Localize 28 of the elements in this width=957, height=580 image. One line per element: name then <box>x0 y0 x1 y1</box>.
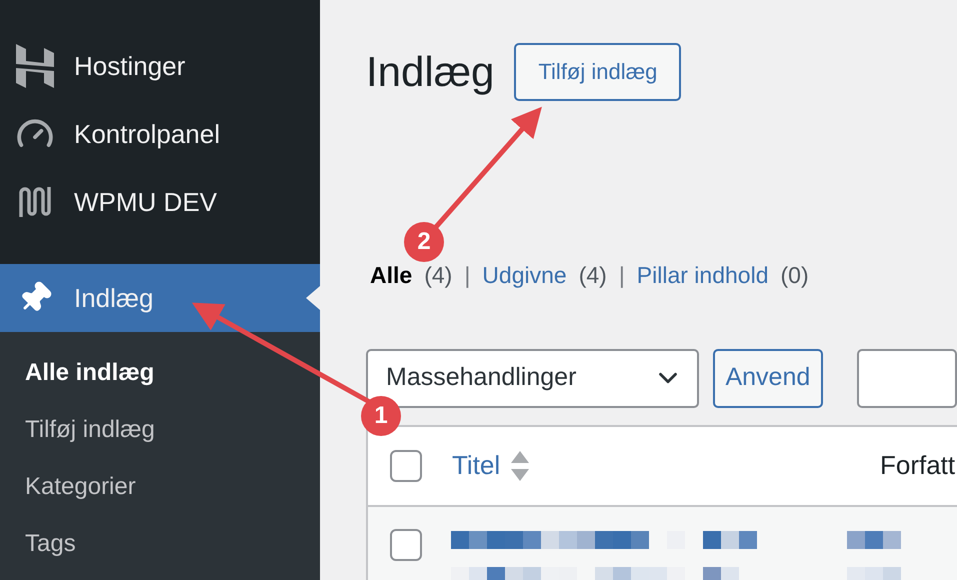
submenu-item[interactable]: Kategorier <box>0 458 320 515</box>
sidebar-item[interactable]: WPMU DEV <box>0 168 320 236</box>
sidebar-item[interactable]: Indlæg <box>0 264 320 332</box>
count-text: (0) <box>780 261 809 290</box>
current-pointer-icon <box>306 286 320 310</box>
count-text: (4) <box>424 261 452 290</box>
filter-link[interactable]: Udgivne <box>482 258 567 292</box>
filter-link[interactable]: Pillar indhold <box>636 258 768 292</box>
hostinger-logo-icon <box>16 44 54 88</box>
count-text: (4) <box>578 261 607 290</box>
step-badge: 2 <box>404 222 444 262</box>
submenu-item[interactable]: Tags <box>0 515 320 572</box>
submenu-item[interactable]: Alle indlæg <box>0 344 320 401</box>
checkbox[interactable] <box>390 528 422 560</box>
sidebar-item[interactable]: Hostinger <box>0 32 320 100</box>
checkbox[interactable] <box>390 450 422 482</box>
apply-button[interactable]: Anvend <box>712 348 823 408</box>
separator-text: | <box>618 261 625 290</box>
column-header: Forfatt <box>880 449 956 482</box>
add-post-button[interactable]: Tilføj indlæg <box>514 42 682 100</box>
filter-select[interactable] <box>857 348 957 408</box>
separator-text: | <box>464 261 470 290</box>
column-header[interactable]: Titel <box>452 446 500 485</box>
submenu-item[interactable]: Tilføj indlæg <box>0 401 320 458</box>
page-title: Indlæg <box>366 47 494 97</box>
bulk-actions-select[interactable]: Massehandlinger <box>366 348 699 408</box>
wave-logo-icon <box>18 185 52 219</box>
sidebar-item[interactable]: Kontrolpanel <box>0 100 320 168</box>
